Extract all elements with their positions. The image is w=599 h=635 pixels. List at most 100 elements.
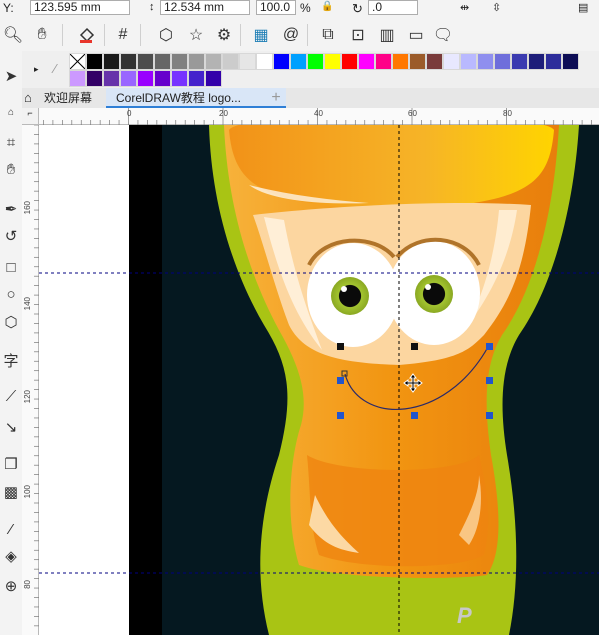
no-color-swatch[interactable] — [69, 53, 86, 70]
crop-icon[interactable]: ⌗ — [0, 129, 22, 155]
fill-bucket-icon[interactable] — [76, 24, 98, 46]
selection-handle[interactable] — [486, 412, 493, 419]
shape-tool-icon[interactable]: ⧉ — [317, 24, 339, 46]
color-swatch[interactable] — [154, 53, 171, 70]
star-icon[interactable]: ☆ — [185, 24, 207, 46]
color-swatch[interactable] — [341, 53, 358, 70]
zoom-icon[interactable]: 🔍︎ — [2, 24, 24, 46]
color-swatch[interactable] — [545, 53, 562, 70]
scale-field[interactable]: 100.0 — [256, 0, 296, 15]
color-swatch[interactable] — [528, 53, 545, 70]
pen-tool-icon[interactable]: ✒︎ — [0, 196, 22, 222]
ellipse-tool-icon[interactable]: ○ — [0, 281, 22, 307]
polygon-icon[interactable]: ⬡ — [155, 24, 177, 46]
color-swatch[interactable] — [205, 70, 222, 87]
color-swatch[interactable] — [86, 53, 103, 70]
callout-icon[interactable]: 🗨︎ — [432, 24, 454, 46]
ruler-tick-label: 160 — [23, 201, 32, 215]
color-swatch[interactable] — [222, 53, 239, 70]
color-swatch[interactable] — [69, 70, 86, 87]
pick-tool-icon[interactable]: ➤ — [0, 63, 22, 89]
color-swatch[interactable] — [477, 53, 494, 70]
artwork[interactable] — [39, 125, 599, 635]
color-swatch[interactable] — [171, 70, 188, 87]
color-swatch[interactable] — [171, 53, 188, 70]
color-swatch[interactable] — [494, 53, 511, 70]
rectangle-tool-icon[interactable]: □ — [0, 254, 22, 280]
crop-tool-icon[interactable]: ⌂ — [0, 99, 22, 125]
connector-icon[interactable]: ⊡ — [347, 24, 369, 46]
selection-handle[interactable] — [411, 412, 418, 419]
tab-welcome[interactable]: ⌂ 欢迎屏幕 — [22, 88, 104, 108]
new-tab-button[interactable]: + — [266, 88, 286, 108]
eyedropper-tool-icon[interactable]: ⁄ — [0, 516, 22, 542]
mirror-v-icon[interactable]: ⇳ — [492, 1, 501, 14]
selection-handle[interactable] — [486, 377, 493, 384]
line-tool-icon[interactable]: ⟋ — [0, 383, 22, 409]
color-swatch[interactable] — [443, 53, 460, 70]
text-tool-icon[interactable]: 字 — [0, 347, 22, 373]
shadow-tool-icon[interactable]: ❐ — [0, 451, 22, 477]
transparency-tool-icon[interactable]: ▩ — [0, 479, 22, 505]
rotate-handle[interactable] — [411, 343, 418, 350]
color-swatch[interactable] — [375, 53, 392, 70]
text-frame-icon[interactable]: ▭ — [405, 24, 427, 46]
color-swatch[interactable] — [137, 70, 154, 87]
spiral-icon[interactable]: @ — [280, 24, 302, 46]
connector-tool-icon[interactable]: ↘ — [0, 414, 22, 440]
color-swatch[interactable] — [256, 53, 273, 70]
color-swatch[interactable] — [137, 53, 154, 70]
height-field[interactable]: 12.534 mm — [160, 0, 250, 15]
color-swatch[interactable] — [324, 53, 341, 70]
pan-hand-icon[interactable]: ✋︎ — [31, 24, 53, 46]
lock-ratio-icon[interactable]: 🔒 — [321, 1, 333, 12]
polygon-tool-icon[interactable]: ⬡ — [0, 309, 22, 335]
selection-handle[interactable] — [337, 377, 344, 384]
color-swatch[interactable] — [358, 53, 375, 70]
color-swatch[interactable] — [511, 53, 528, 70]
drawing-canvas[interactable]: P — [39, 125, 599, 635]
color-swatch[interactable] — [307, 53, 324, 70]
color-swatch[interactable] — [188, 70, 205, 87]
more-icon[interactable]: ▤ — [578, 1, 588, 14]
color-swatch[interactable] — [273, 53, 290, 70]
color-swatch[interactable] — [460, 53, 477, 70]
table-grid-icon[interactable]: ▦ — [250, 24, 272, 46]
color-swatch[interactable] — [154, 70, 171, 87]
rotate-handle[interactable] — [337, 343, 344, 350]
color-swatch[interactable] — [103, 53, 120, 70]
color-swatch[interactable] — [239, 53, 256, 70]
color-swatch[interactable] — [86, 70, 103, 87]
y-position-field[interactable]: 123.595 mm — [30, 0, 130, 15]
color-swatch[interactable] — [562, 53, 579, 70]
color-swatch[interactable] — [120, 70, 137, 87]
color-swatch[interactable] — [409, 53, 426, 70]
chart-icon[interactable]: ▥ — [376, 24, 398, 46]
eyedropper-icon[interactable]: ⁄ — [54, 61, 56, 76]
palette-scroll-icon[interactable]: ▸ — [34, 64, 39, 75]
selection-handle[interactable] — [337, 412, 344, 419]
ruler-horizontal[interactable]: 0 20 40 60 80 — [22, 108, 599, 125]
hand-tool-icon[interactable]: ✋︎ — [0, 156, 22, 182]
gear-icon[interactable]: ⚙︎ — [213, 24, 235, 46]
snap-grid-icon[interactable]: # — [112, 24, 134, 46]
ruler-vertical[interactable]: 160 140 120 100 80 — [22, 125, 39, 635]
angle-field[interactable]: .0 — [368, 0, 418, 15]
fill-tool-icon[interactable]: ◈ — [0, 543, 22, 569]
color-swatch[interactable] — [290, 53, 307, 70]
mirror-h-icon[interactable]: ⇹ — [460, 1, 469, 14]
ruler-origin[interactable]: ⌐ — [22, 108, 39, 125]
tab-document[interactable]: CorelDRAW教程 logo... — [106, 88, 286, 108]
color-swatch[interactable] — [205, 53, 222, 70]
color-swatch[interactable] — [120, 53, 137, 70]
toolbar-separator — [104, 24, 105, 46]
color-swatch[interactable] — [426, 53, 443, 70]
color-swatch[interactable] — [188, 53, 205, 70]
artistic-media-icon[interactable]: ↺ — [0, 223, 22, 249]
toolbox: ➤ ⌂ ⌗ ✋︎ ✒︎ ↺ □ ○ ⬡ 字 ⟋ ↘ ❐ ▩ ⁄ ◈ ⊕ — [0, 51, 23, 635]
color-swatch[interactable] — [392, 53, 409, 70]
selection-handle[interactable] — [486, 343, 493, 350]
tab-document-label: CorelDRAW教程 logo... — [116, 91, 241, 105]
color-swatch[interactable] — [103, 70, 120, 87]
smart-fill-icon[interactable]: ⊕ — [0, 573, 22, 599]
